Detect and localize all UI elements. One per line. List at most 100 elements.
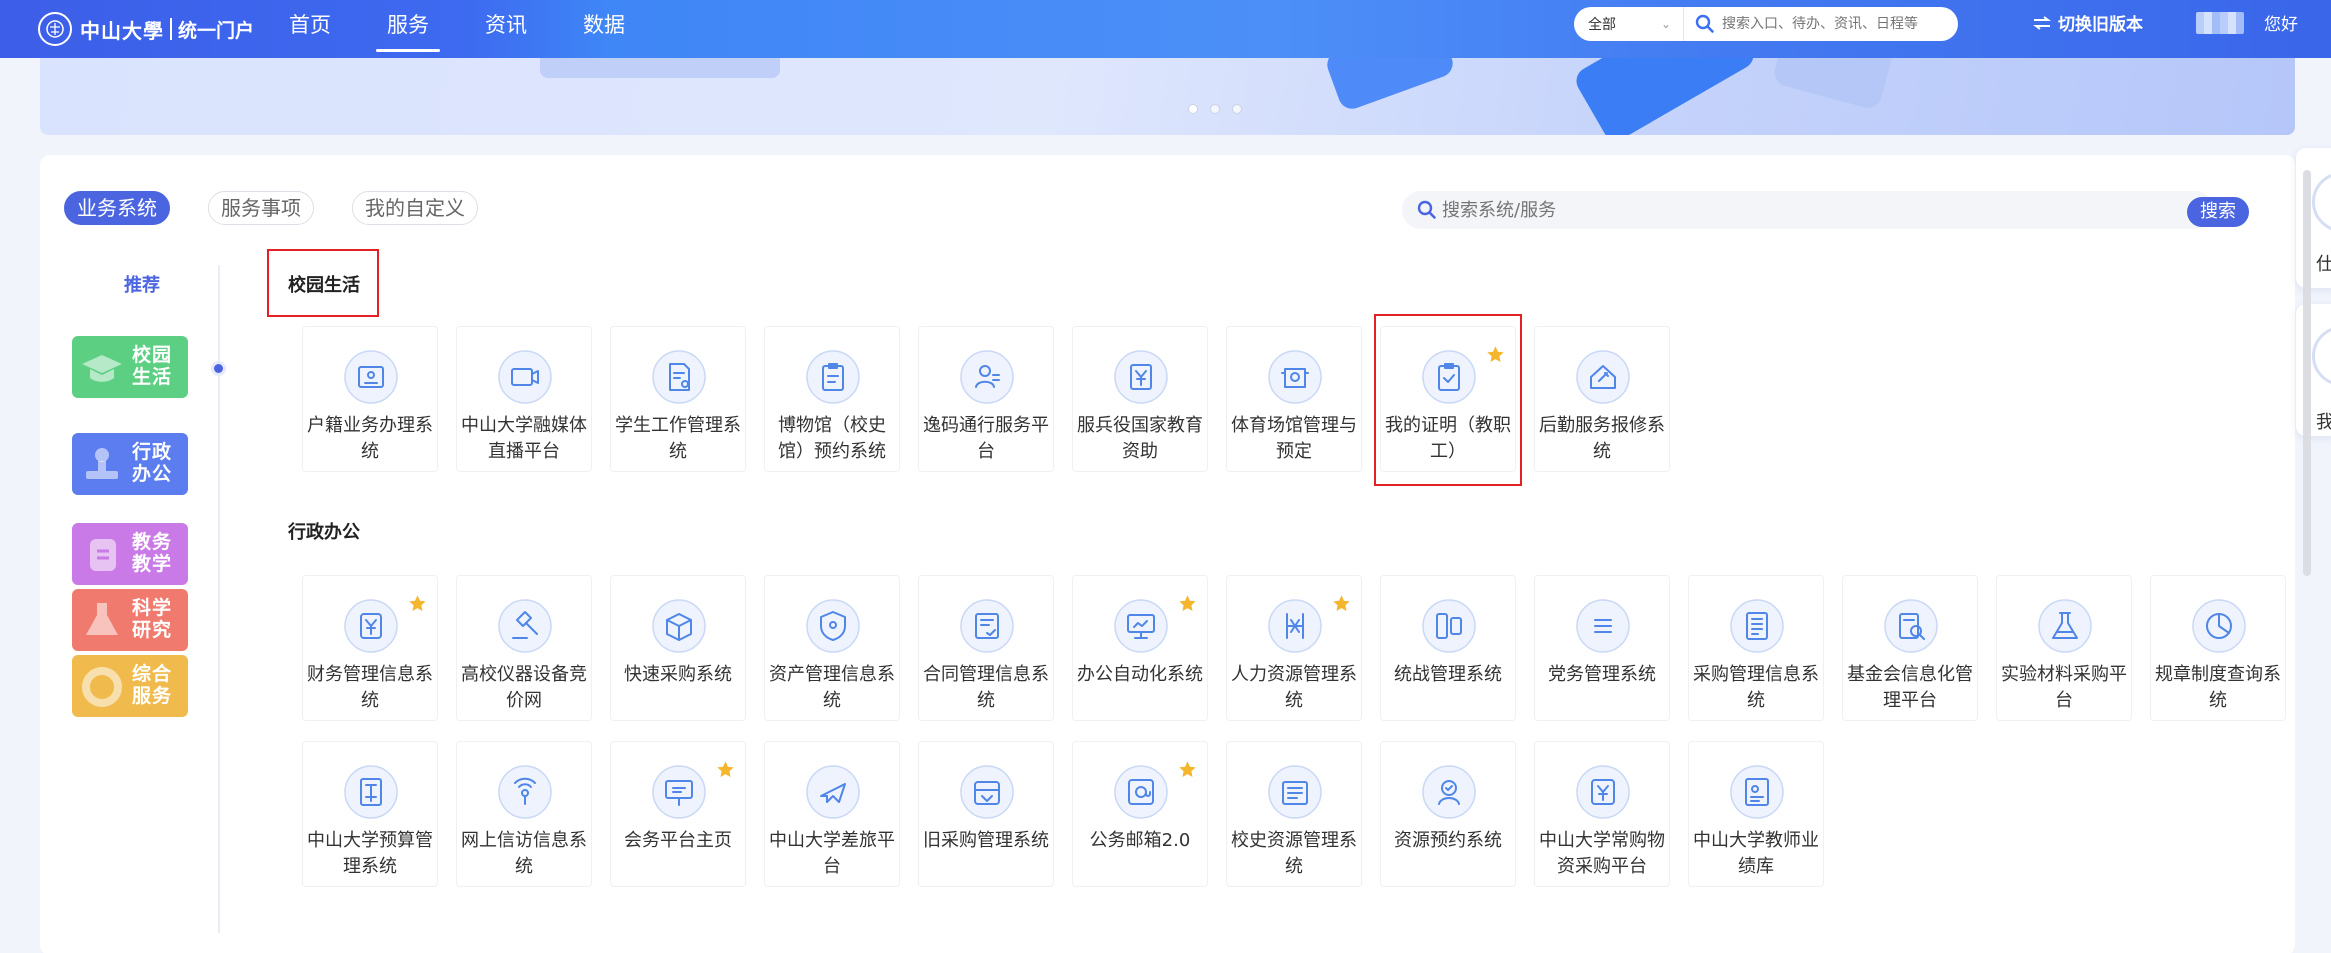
clipboard-icon [805, 349, 861, 405]
service-card[interactable]: 校史资源管理系统 [1226, 741, 1362, 887]
floating-widget[interactable]: 我 [2296, 304, 2331, 436]
services-panel: 业务系统 服务事项 我的自定义 搜索 推荐 校园生活 行政办公 教务教学 科学研… [40, 155, 2295, 953]
mortarboard-icon [82, 355, 122, 382]
star-icon[interactable] [1178, 594, 1197, 613]
category-general-service[interactable]: 综合服务 [72, 655, 188, 717]
archive-icon [1267, 764, 1323, 820]
banner-decoration [1771, 58, 1899, 111]
highlight-box [267, 249, 379, 317]
service-card[interactable]: 中山大学教师业绩库 [1688, 741, 1824, 887]
service-label: 资源预约系统 [1394, 830, 1502, 851]
nav-data[interactable]: 数据 [558, 0, 650, 58]
search-scope-select[interactable]: 全部 ⌄ [1574, 7, 1684, 41]
banner-decoration [540, 58, 780, 78]
carousel-dot[interactable] [1232, 104, 1242, 114]
service-label: 人力资源管理系统 [1231, 664, 1357, 711]
carousel-dot[interactable] [1210, 104, 1220, 114]
university-logo[interactable]: 中山大學 统一门户 [38, 8, 254, 50]
service-label: 办公自动化系统 [1077, 664, 1203, 685]
category-campus-life[interactable]: 校园生活 [72, 336, 188, 398]
widget-label: 我 [2316, 412, 2331, 433]
service-card[interactable]: 会务平台主页 [610, 741, 746, 887]
user-check-icon [1421, 764, 1477, 820]
gavel-icon [497, 598, 553, 654]
category-admin-office[interactable]: 行政办公 [72, 433, 188, 495]
category-label: 教务教学 [131, 531, 172, 575]
service-card[interactable]: 资源预约系统 [1380, 741, 1516, 887]
scrollbar[interactable] [2303, 170, 2311, 576]
widget-icon [2312, 326, 2331, 386]
service-label: 服兵役国家教育资助 [1077, 415, 1203, 462]
service-card[interactable]: 公务邮箱2.0 [1072, 741, 1208, 887]
service-card[interactable]: 规章制度查询系统 [2150, 575, 2286, 721]
banner-decoration [1323, 58, 1457, 113]
contract-icon [959, 598, 1015, 654]
tab-service-items[interactable]: 服务事项 [208, 191, 314, 225]
service-card[interactable]: 后勤服务报修系统 [1534, 326, 1670, 472]
search-icon [1417, 200, 1436, 219]
star-icon[interactable] [716, 760, 735, 779]
global-search-input[interactable] [1722, 16, 1942, 32]
chevron-down-icon: ⌄ [1660, 17, 1671, 31]
system-search-input[interactable] [1442, 199, 2142, 221]
tab-my-custom[interactable]: 我的自定义 [352, 191, 478, 225]
avatar[interactable] [2196, 12, 2244, 34]
service-card[interactable]: 学生工作管理系统 [610, 326, 746, 472]
search-button[interactable]: 搜索 [2187, 197, 2249, 227]
star-icon[interactable] [408, 594, 427, 613]
system-search [1402, 191, 2214, 229]
category-label: 科学研究 [131, 597, 172, 641]
budget-icon [343, 764, 399, 820]
nav-services[interactable]: 服务 [362, 0, 454, 58]
service-card[interactable]: 户籍业务办理系统 [302, 326, 438, 472]
category-teaching[interactable]: 教务教学 [72, 523, 188, 585]
service-card[interactable]: 服兵役国家教育资助 [1072, 326, 1208, 472]
service-label: 中山大学预算管理系统 [307, 830, 433, 877]
service-card[interactable]: 高校仪器设备竞价网 [456, 575, 592, 721]
service-label: 博物馆（校史馆）预约系统 [778, 415, 886, 462]
service-card[interactable]: 办公自动化系统 [1072, 575, 1208, 721]
service-card[interactable]: 中山大学差旅平台 [764, 741, 900, 887]
floating-widget[interactable]: 仕 [2296, 148, 2331, 288]
nav-home[interactable]: 首页 [264, 0, 356, 58]
service-label: 中山大学教师业绩库 [1693, 830, 1819, 877]
service-card[interactable]: 快速采购系统 [610, 575, 746, 721]
service-card[interactable]: 合同管理信息系统 [918, 575, 1054, 721]
tab-business-systems[interactable]: 业务系统 [64, 191, 170, 225]
nav-news[interactable]: 资讯 [460, 0, 552, 58]
service-label: 高校仪器设备竞价网 [461, 664, 587, 711]
service-card[interactable]: 网上信访信息系统 [456, 741, 592, 887]
service-card[interactable]: 基金会信息化管理平台 [1842, 575, 1978, 721]
service-card[interactable]: 统战管理系统 [1380, 575, 1516, 721]
service-card[interactable]: 博物馆（校史馆）预约系统 [764, 326, 900, 472]
category-label: 校园生活 [131, 344, 172, 388]
service-card[interactable]: 体育场馆管理与预定 [1226, 326, 1362, 472]
service-card[interactable]: 中山大学常购物资采购平台 [1534, 741, 1670, 887]
service-card[interactable]: 采购管理信息系统 [1688, 575, 1824, 721]
service-label: 统战管理系统 [1394, 664, 1502, 685]
switch-old-version-button[interactable]: 切换旧版本 [2032, 10, 2143, 35]
stamp-icon [86, 448, 118, 479]
party-icon [1575, 598, 1631, 654]
service-card[interactable]: 党务管理系统 [1534, 575, 1670, 721]
top-nav-bar: 中山大學 统一门户 首页 服务 资讯 数据 全部 ⌄ 切换旧版本 您好 [0, 0, 2331, 58]
service-card[interactable]: 中山大学预算管理系统 [302, 741, 438, 887]
carousel-dot[interactable] [1188, 104, 1198, 114]
service-card[interactable]: 资产管理信息系统 [764, 575, 900, 721]
service-card[interactable]: 旧采购管理系统 [918, 741, 1054, 887]
emblem-icon [38, 12, 72, 46]
service-card[interactable]: 逸码通行服务平台 [918, 326, 1054, 472]
greeting: 您好 [2264, 15, 2298, 35]
swap-icon [2033, 15, 2051, 30]
category-recommend[interactable]: 推荐 [112, 271, 172, 297]
service-card[interactable]: 财务管理信息系统 [302, 575, 438, 721]
banner-carousel[interactable] [40, 58, 2295, 135]
service-label: 快速采购系统 [624, 664, 732, 685]
service-card[interactable]: 实验材料采购平台 [1996, 575, 2132, 721]
service-card[interactable]: 中山大学融媒体直播平台 [456, 326, 592, 472]
star-icon[interactable] [1178, 760, 1197, 779]
star-icon[interactable] [1332, 594, 1351, 613]
service-card[interactable]: 人力资源管理系统 [1226, 575, 1362, 721]
signal-icon [497, 764, 553, 820]
category-research[interactable]: 科学研究 [72, 589, 188, 651]
